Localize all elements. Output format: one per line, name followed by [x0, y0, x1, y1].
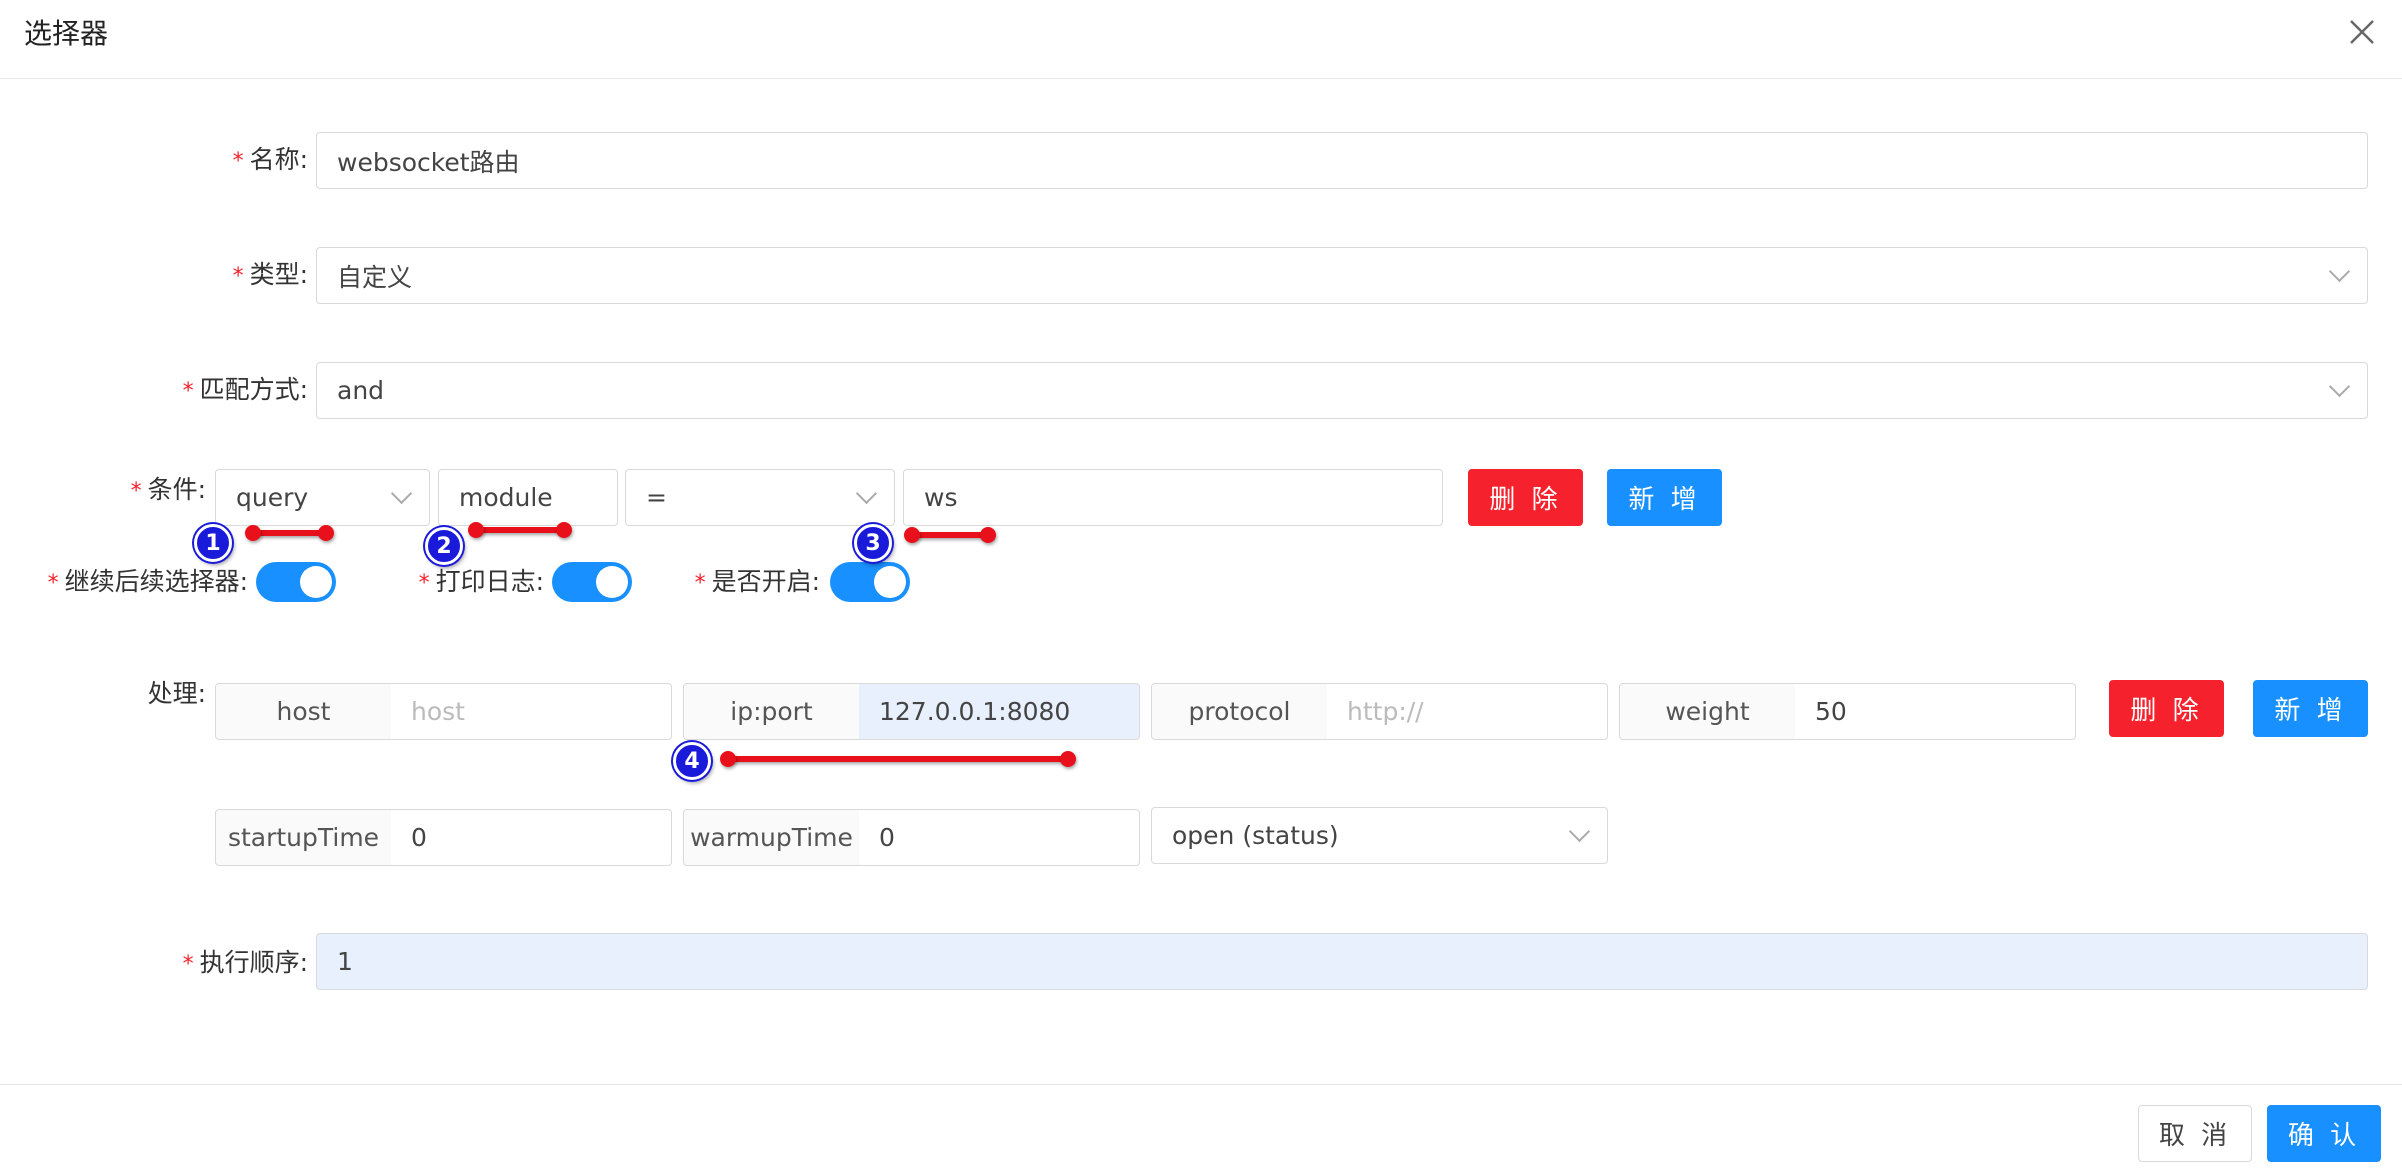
annotation-dot — [980, 527, 996, 543]
ipport-addon: ip:port — [683, 683, 860, 740]
chevron-down-icon — [855, 482, 878, 505]
confirm-button[interactable]: 确 认 — [2267, 1105, 2381, 1162]
chevron-down-icon — [1568, 820, 1591, 843]
required-mark: * — [182, 379, 194, 404]
protocol-input[interactable]: http:// — [1327, 683, 1608, 740]
weight-addon: weight — [1619, 683, 1796, 740]
sort-input[interactable]: 1 — [316, 933, 2368, 990]
annotation-dot — [720, 751, 736, 767]
condition-operator-select[interactable]: = — [625, 469, 895, 526]
condition-add-button[interactable]: 新 增 — [1607, 469, 1722, 526]
startup-time-input[interactable]: 0 — [391, 809, 672, 866]
required-mark: * — [232, 264, 244, 289]
condition-param-type-select[interactable]: query — [215, 469, 430, 526]
param-type-value: query — [236, 483, 309, 512]
status-select[interactable]: open (status) — [1151, 807, 1608, 864]
annotation-marker-2: 2 — [425, 527, 463, 565]
close-icon[interactable] — [2344, 14, 2380, 50]
annotation-dot — [245, 525, 261, 541]
protocol-addon: protocol — [1151, 683, 1328, 740]
type-label: * 类型: — [232, 260, 308, 289]
required-mark: * — [130, 479, 142, 504]
annotation-dot — [318, 525, 334, 541]
weight-input[interactable]: 50 — [1795, 683, 2076, 740]
footer-divider — [0, 1084, 2402, 1085]
required-mark: * — [47, 571, 59, 596]
operator-value: = — [646, 483, 667, 512]
handle-delete-button[interactable]: 删 除 — [2109, 680, 2224, 737]
warmup-time-addon: warmupTime — [683, 809, 860, 866]
annotation-marker-4: 4 — [673, 742, 711, 780]
host-addon: host — [215, 683, 392, 740]
annotation-dot — [468, 522, 484, 538]
startup-time-addon: startupTime — [215, 809, 392, 866]
match-mode-value: and — [337, 376, 385, 405]
type-select[interactable]: 自定义 — [316, 247, 2368, 304]
switch-knob — [874, 566, 906, 598]
dialog-title: 选择器 — [24, 17, 109, 50]
annotation-dot — [556, 522, 572, 538]
required-mark: * — [182, 952, 194, 977]
switch-knob — [300, 566, 332, 598]
match-mode-select[interactable]: and — [316, 362, 2368, 419]
enabled-label: * 是否开启: — [694, 567, 820, 596]
annotation-dot — [904, 527, 920, 543]
condition-value-input[interactable]: ws — [903, 469, 1443, 526]
cancel-button[interactable]: 取 消 — [2138, 1105, 2252, 1162]
logged-label: * 打印日志: — [418, 567, 544, 596]
match-mode-label: * 匹配方式: — [182, 375, 308, 404]
annotation-marker-1: 1 — [194, 524, 232, 562]
annotation-dot — [1060, 751, 1076, 767]
enabled-switch[interactable] — [830, 562, 910, 602]
required-mark: * — [232, 149, 244, 174]
header-divider — [0, 78, 2402, 79]
condition-label: * 条件: — [130, 475, 206, 504]
annotation-line-1 — [249, 530, 329, 536]
chevron-down-icon — [2328, 260, 2351, 283]
annotation-line-2 — [474, 527, 566, 533]
required-mark: * — [418, 571, 430, 596]
logged-switch[interactable] — [552, 562, 632, 602]
handle-add-button[interactable]: 新 增 — [2253, 680, 2368, 737]
warmup-time-input[interactable]: 0 — [859, 809, 1140, 866]
name-input[interactable]: websocket路由 — [316, 132, 2368, 189]
condition-param-name-input[interactable]: module — [438, 469, 618, 526]
host-input[interactable]: host — [391, 683, 672, 740]
sort-label: * 执行顺序: — [182, 948, 308, 977]
handle-label: 处理: — [147, 679, 206, 708]
status-value: open (status) — [1172, 821, 1339, 850]
annotation-marker-3: 3 — [854, 524, 892, 562]
continued-switch[interactable] — [256, 562, 336, 602]
chevron-down-icon — [2328, 375, 2351, 398]
switch-knob — [596, 566, 628, 598]
type-select-value: 自定义 — [337, 262, 413, 292]
chevron-down-icon — [390, 482, 413, 505]
condition-delete-button[interactable]: 删 除 — [1468, 469, 1583, 526]
annotation-line-4 — [727, 756, 1071, 762]
required-mark: * — [694, 571, 706, 596]
ipport-input[interactable]: 127.0.0.1:8080 — [859, 683, 1140, 740]
name-label: * 名称: — [232, 145, 308, 174]
continued-label: * 继续后续选择器: — [47, 567, 248, 596]
